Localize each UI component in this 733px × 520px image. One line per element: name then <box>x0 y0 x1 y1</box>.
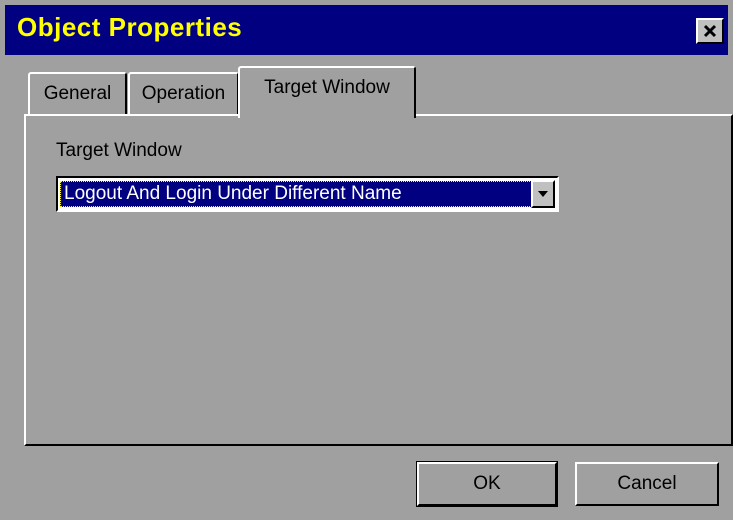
tab-general[interactable]: General <box>28 72 127 114</box>
title-bar[interactable]: Object Properties <box>5 5 728 57</box>
object-properties-dialog: Object Properties General Operation Targ… <box>0 0 733 520</box>
tab-panel: Target Window Logout And Login Under Dif… <box>24 114 733 446</box>
close-button[interactable] <box>696 18 724 44</box>
tab-operation[interactable]: Operation <box>128 72 239 114</box>
target-window-dropdown[interactable]: Logout And Login Under Different Name <box>56 176 559 212</box>
cancel-button-label: Cancel <box>617 473 677 494</box>
chevron-down-icon <box>537 185 549 203</box>
tab-general-label: General <box>43 83 112 104</box>
cancel-button[interactable]: Cancel <box>575 462 719 506</box>
tab-operation-label: Operation <box>141 83 226 104</box>
close-icon <box>703 24 717 38</box>
ok-button[interactable]: OK <box>416 461 558 507</box>
window-title: Object Properties <box>17 12 243 42</box>
target-window-selected-value[interactable]: Logout And Login Under Different Name <box>60 181 534 207</box>
tab-target-window[interactable]: Target Window <box>238 66 416 118</box>
ok-button-label: OK <box>473 473 501 494</box>
target-window-label: Target Window <box>56 140 182 161</box>
dropdown-button[interactable] <box>531 180 555 208</box>
tab-target-window-label: Target Window <box>264 77 390 98</box>
